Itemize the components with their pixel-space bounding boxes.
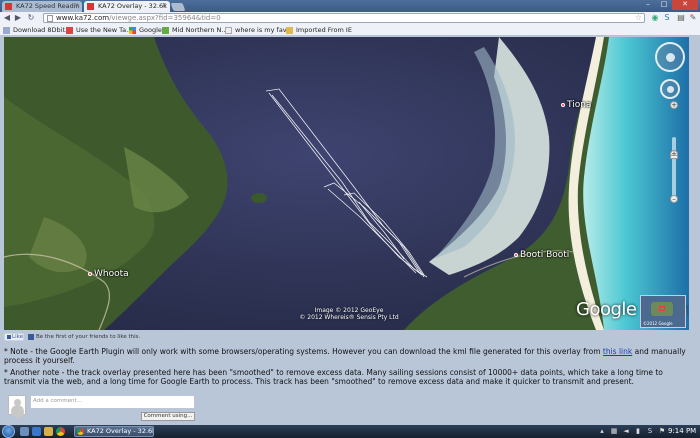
- close-icon[interactable]: ✕: [74, 2, 79, 9]
- map-copyright: Image © 2012 GeoEye © 2012 Whereis® Sens…: [299, 307, 399, 321]
- comment-using-button[interactable]: Comment using...: [141, 412, 195, 421]
- avatar: [8, 395, 26, 415]
- flag-icon[interactable]: ⚑: [658, 427, 666, 435]
- move-control[interactable]: [660, 79, 680, 99]
- bookmarks-bar: Download 8Dbit... Use the New Ta... Goog…: [0, 24, 700, 36]
- zoom-slider-thumb[interactable]: [670, 155, 678, 159]
- page-icon: [66, 27, 73, 34]
- ka72-favicon: [5, 3, 12, 10]
- place-label-whoota: Whoota: [88, 269, 129, 279]
- bookmark-item[interactable]: Download 8Dbit...: [3, 25, 71, 35]
- facebook-icon: [28, 333, 34, 340]
- note-smoothed: * Another note - the track overlay prese…: [4, 368, 663, 386]
- tab-overlay[interactable]: KA72 Overlay - 32.6k ✕: [84, 1, 170, 12]
- volume-icon[interactable]: ◄: [622, 427, 630, 435]
- tab-label: KA72 Overlay - 32.6k: [98, 2, 167, 10]
- page-menu-icon[interactable]: ▤: [676, 13, 686, 23]
- folder-icon[interactable]: [44, 427, 53, 436]
- folder-icon: [286, 27, 293, 34]
- tab-strip: KA72 Speed Readin ✕ KA72 Overlay - 32.6k…: [0, 0, 700, 12]
- kml-download-link[interactable]: this link: [603, 347, 632, 356]
- clock[interactable]: 9:14 PM: [668, 426, 696, 437]
- url-path: /viewge.aspx?fid=35964&tid=0: [109, 14, 221, 22]
- overview-map[interactable]: ©2012 Google: [640, 295, 686, 328]
- zoom-in-button[interactable]: +: [670, 101, 678, 109]
- start-button[interactable]: [2, 425, 15, 438]
- bookmark-item[interactable]: Mid Northern N...: [162, 25, 228, 35]
- look-around-control[interactable]: [655, 42, 685, 72]
- browser-toolbar: ◀ ▶ ↻ www.ka72.com/viewge.aspx?fid=35964…: [0, 12, 700, 24]
- minimize-button[interactable]: –: [640, 0, 656, 10]
- maximize-button[interactable]: □: [656, 0, 672, 10]
- hand-icon: [667, 86, 674, 93]
- close-window-button[interactable]: ✕: [672, 0, 698, 10]
- reload-icon[interactable]: ↻: [26, 13, 36, 23]
- url-host: www.ka72.com: [56, 14, 110, 22]
- bookmark-label: Use the New Ta...: [76, 26, 133, 34]
- bookmark-item[interactable]: where is my fav...: [225, 25, 292, 35]
- note-plugin: * Note - the Google Earth Plugin will on…: [4, 347, 686, 365]
- bookmark-folder[interactable]: Imported From IE: [286, 25, 352, 35]
- chrome-icon[interactable]: [56, 427, 65, 436]
- address-bar[interactable]: www.ka72.com/viewge.aspx?fid=35964&tid=0…: [43, 13, 645, 23]
- google-earth-map[interactable]: Tiona Booti Booti Whoota Image © 2012 Ge…: [4, 37, 689, 330]
- bookmark-item[interactable]: Google: [129, 25, 162, 35]
- forward-arrow-icon[interactable]: ▶: [13, 13, 23, 23]
- skype-tray-icon[interactable]: S: [646, 427, 654, 435]
- zoom-slider[interactable]: [672, 137, 676, 197]
- bookmark-label: Imported From IE: [296, 26, 352, 34]
- page-icon: [162, 27, 169, 34]
- close-icon[interactable]: ✕: [162, 2, 167, 9]
- back-arrow-icon[interactable]: ◀: [2, 13, 12, 23]
- page-icon: [225, 27, 232, 34]
- ka72-favicon: [87, 3, 94, 10]
- place-label-booti-booti: Booti Booti: [514, 250, 569, 260]
- bookmark-item[interactable]: Use the New Ta...: [66, 25, 132, 35]
- bookmark-label: Mid Northern N...: [172, 26, 228, 34]
- facebook-like-prompt: Be the first of your friends to like thi…: [28, 333, 140, 341]
- google-icon: [129, 27, 136, 34]
- zoom-out-button[interactable]: –: [670, 195, 678, 203]
- facebook-like-button[interactable]: Like: [4, 333, 24, 341]
- tab-speed-reading[interactable]: KA72 Speed Readin ✕: [2, 1, 82, 12]
- page-icon: [3, 27, 10, 34]
- task-label: KA72 Overlay - 32.6k...: [87, 427, 153, 435]
- satellite-imagery: [4, 37, 689, 330]
- eye-icon: [666, 53, 675, 62]
- page-icon: [47, 15, 53, 22]
- show-desktop-icon[interactable]: [20, 427, 29, 436]
- tray-expand-icon[interactable]: ▴: [598, 427, 606, 435]
- chrome-icon: [77, 428, 84, 435]
- taskbar: KA72 Overlay - 32.6k... ▴ ▦ ◄ ▮ S ⚑ 9:14…: [0, 425, 700, 438]
- new-tab-button[interactable]: [170, 3, 186, 11]
- internet-explorer-icon[interactable]: [32, 427, 41, 436]
- tab-label: KA72 Speed Readin: [16, 2, 80, 10]
- network-icon[interactable]: ▦: [610, 427, 618, 435]
- bookmark-label: Download 8Dbit...: [13, 26, 72, 34]
- extension-icon[interactable]: ◉: [650, 13, 660, 23]
- page-content: Like Be the first of your friends to lik…: [0, 330, 700, 425]
- bookmark-label: where is my fav...: [235, 26, 293, 34]
- place-label-tiona: Tiona: [561, 100, 591, 110]
- comment-input[interactable]: Add a comment...: [30, 395, 195, 409]
- taskbar-chrome-window[interactable]: KA72 Overlay - 32.6k...: [74, 426, 154, 437]
- bookmark-label: Google: [139, 26, 162, 34]
- bookmark-star-icon[interactable]: ☆: [635, 13, 642, 22]
- battery-icon[interactable]: ▮: [634, 427, 642, 435]
- skype-icon[interactable]: S: [662, 13, 672, 23]
- wrench-icon[interactable]: ✎: [688, 13, 698, 23]
- overview-caption: ©2012 Google: [643, 321, 673, 326]
